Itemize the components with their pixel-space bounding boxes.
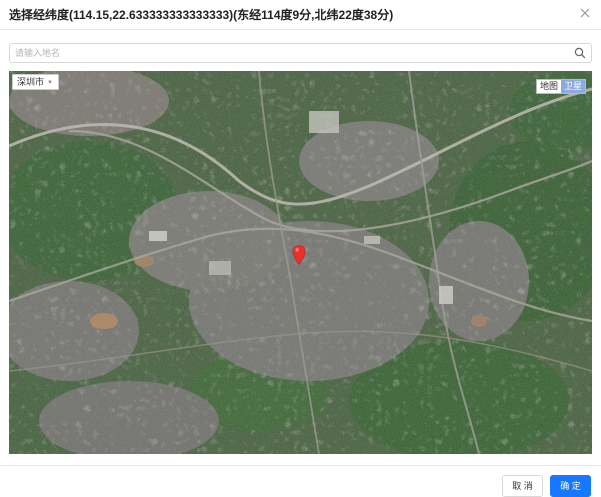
dialog-footer: 取 消 确 定 <box>0 465 601 497</box>
location-marker-icon[interactable] <box>292 245 306 265</box>
location-picker-dialog: 选择经纬度(114.15,22.633333333333333)(东经114度9… <box>0 0 601 497</box>
satellite-map[interactable]: 深圳市 ▼ 地图 卫星 <box>9 71 592 454</box>
map-type-switch: 地图 卫星 <box>535 79 586 94</box>
map-type-map-button[interactable]: 地图 <box>537 80 561 93</box>
dialog-title: 选择经纬度(114.15,22.633333333333333)(东经114度9… <box>9 8 394 22</box>
dialog-header: 选择经纬度(114.15,22.633333333333333)(东经114度9… <box>0 0 601 30</box>
city-selector-label: 深圳市 <box>17 77 45 87</box>
cancel-button[interactable]: 取 消 <box>502 475 543 497</box>
chevron-down-icon: ▼ <box>47 80 53 86</box>
close-icon[interactable] <box>578 6 592 20</box>
search-icon[interactable] <box>574 47 586 59</box>
confirm-button[interactable]: 确 定 <box>550 475 591 497</box>
place-search-input[interactable] <box>10 44 570 62</box>
map-type-satellite-button[interactable]: 卫星 <box>560 80 585 93</box>
city-selector[interactable]: 深圳市 ▼ <box>12 74 59 90</box>
place-search-box <box>9 43 592 63</box>
